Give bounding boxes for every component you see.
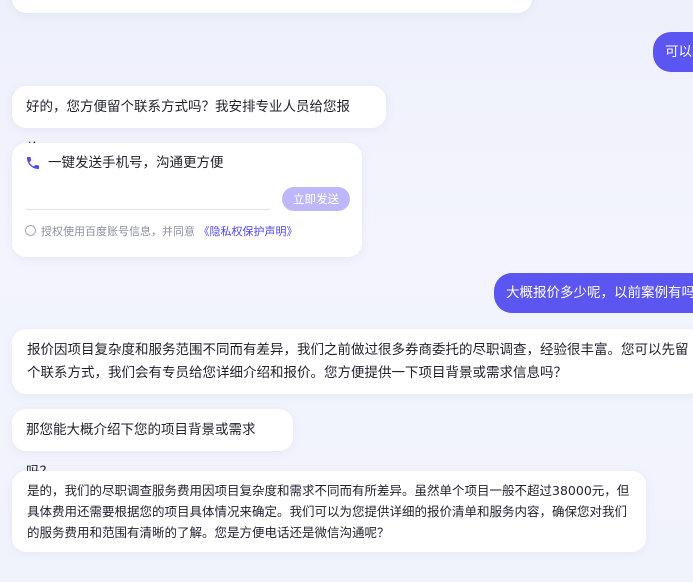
agent-message-fee-reply: 是的，我们的尽职调查服务费用因项目复杂度和需求不同而有所差异。虽然单个项目一般不… (12, 471, 646, 552)
previous-agent-message (12, 0, 532, 13)
send-phone-button[interactable]: 立即发送 (282, 187, 350, 211)
user-message-text: 可以 (665, 44, 692, 60)
user-message-price: 大概报价多少呢，以前案例有吗 (494, 273, 693, 313)
user-message: 可以 (653, 32, 693, 72)
user-message-price-text: 大概报价多少呢，以前案例有吗 (506, 285, 693, 301)
contact-form-title: 一键发送手机号，沟通更方便 (48, 155, 224, 171)
phone-number-input[interactable] (26, 187, 270, 210)
agent-message-price-reply: 报价因项目复杂度和服务范围不同而有差异，我们之前做过很多券商委托的尽职调查，经验… (12, 329, 693, 394)
agent-message-price-reply-text: 报价因项目复杂度和服务范围不同而有差异，我们之前做过很多券商委托的尽职调查，经验… (27, 342, 689, 381)
agent-message-ask-background: 那您能大概介绍下您的项目背景或需求吗？ (12, 409, 293, 480)
agent-message: 好的，您方便留个联系方式吗？我安排专业人员给您报价。 (12, 86, 386, 157)
privacy-policy-link[interactable]: 《隐私权保护声明》 (199, 225, 298, 238)
contact-form-card: 一键发送手机号，沟通更方便 立即发送 授权使用百度账号信息，并同意 《隐私权保护… (12, 143, 362, 257)
phone-icon (27, 157, 39, 169)
agent-message-fee-reply-text: 是的，我们的尽职调查服务费用因项目复杂度和需求不同而有所差异。虽然单个项目一般不… (27, 483, 630, 540)
consent-row: 授权使用百度账号信息，并同意 《隐私权保护声明》 (25, 224, 298, 240)
consent-text: 授权使用百度账号信息，并同意 (41, 225, 195, 238)
consent-radio[interactable] (25, 225, 36, 236)
